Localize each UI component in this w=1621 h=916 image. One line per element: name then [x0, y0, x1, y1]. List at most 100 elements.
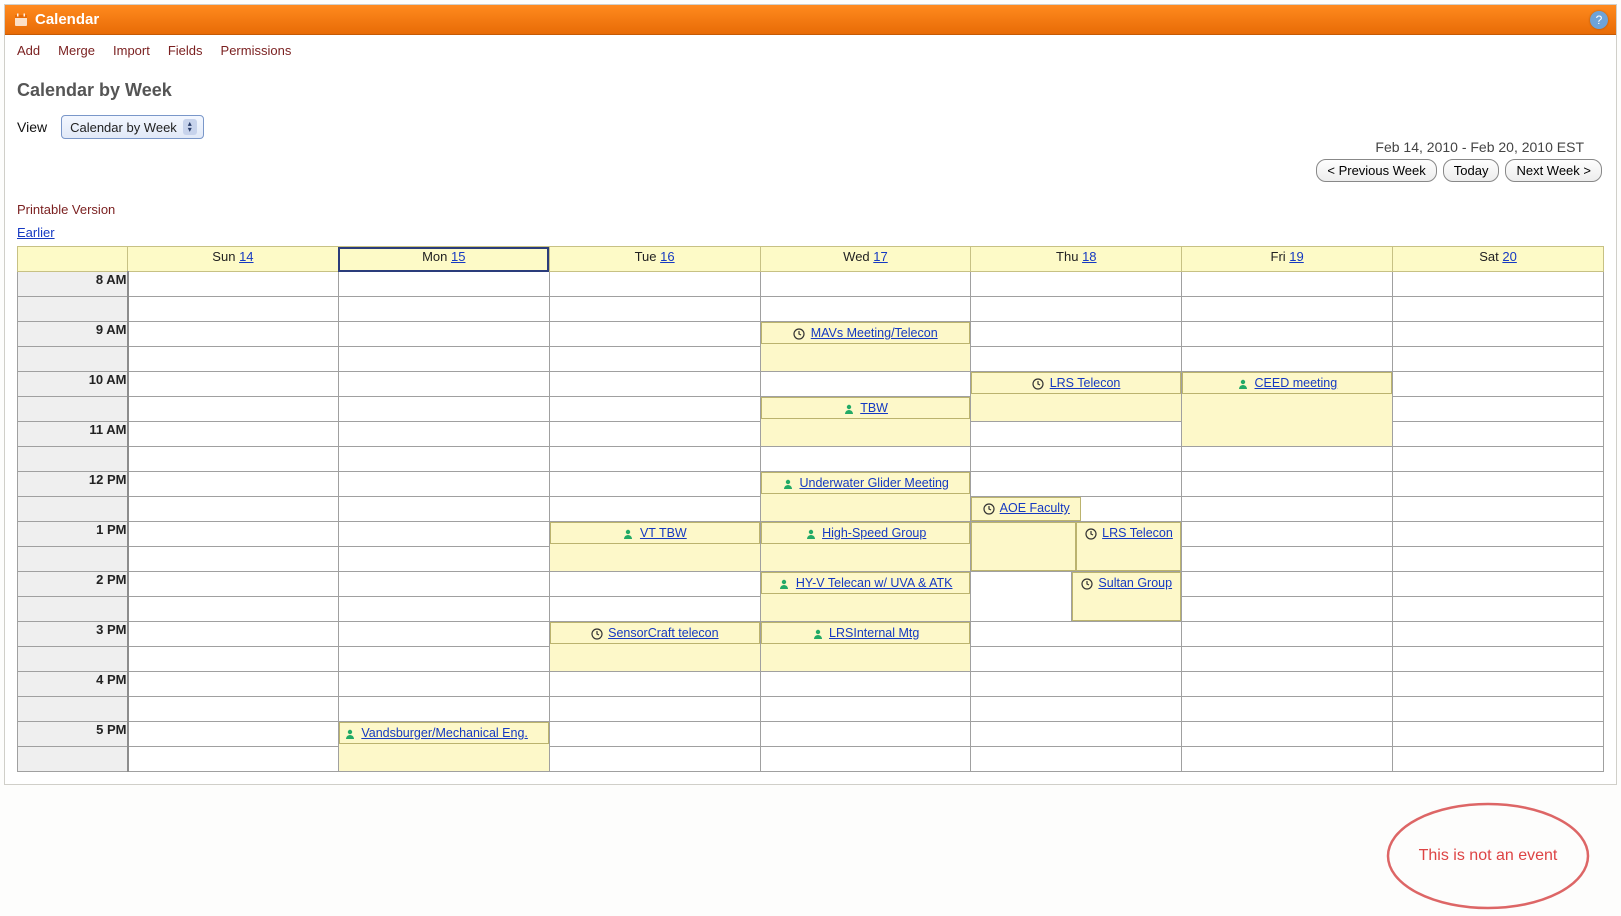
cell[interactable]: [549, 297, 760, 322]
cell[interactable]: [128, 597, 339, 622]
cell[interactable]: [338, 497, 549, 522]
day-header-thu[interactable]: Thu 18: [971, 247, 1182, 272]
cell[interactable]: [1182, 497, 1393, 522]
event-underwater[interactable]: Underwater Glider Meeting: [761, 472, 971, 494]
cell[interactable]: [971, 472, 1182, 497]
cell[interactable]: [760, 297, 971, 322]
view-select[interactable]: Calendar by Week ▴▾: [61, 115, 204, 139]
cell[interactable]: [760, 747, 971, 772]
cell[interactable]: [760, 372, 971, 397]
cell[interactable]: [971, 622, 1182, 647]
day-header-sat[interactable]: Sat 20: [1393, 247, 1604, 272]
cell[interactable]: [128, 547, 339, 572]
cell[interactable]: [128, 347, 339, 372]
cell[interactable]: [971, 297, 1182, 322]
event-sensorcraft[interactable]: SensorCraft telecon: [550, 622, 760, 644]
cell[interactable]: [338, 372, 549, 397]
cell[interactable]: [549, 747, 760, 772]
cell[interactable]: [128, 422, 339, 447]
cell[interactable]: [1182, 697, 1393, 722]
cell[interactable]: [1182, 322, 1393, 347]
event-sultan[interactable]: Sultan Group: [1072, 572, 1181, 621]
cell[interactable]: [128, 497, 339, 522]
event-ceed[interactable]: CEED meeting: [1182, 372, 1392, 394]
cell[interactable]: [971, 722, 1182, 747]
cell[interactable]: [1182, 272, 1393, 297]
cell[interactable]: [338, 272, 549, 297]
event-highspeed[interactable]: High-Speed Group: [761, 522, 971, 544]
cell[interactable]: [338, 647, 549, 672]
cell[interactable]: [338, 472, 549, 497]
cell[interactable]: [1182, 722, 1393, 747]
menu-merge[interactable]: Merge: [58, 43, 95, 58]
cell[interactable]: [1393, 672, 1604, 697]
cell[interactable]: AOE Faculty: [971, 497, 1182, 522]
cell[interactable]: [128, 472, 339, 497]
cell[interactable]: [760, 447, 971, 472]
cell[interactable]: [971, 697, 1182, 722]
cell[interactable]: [971, 272, 1182, 297]
cell[interactable]: [338, 672, 549, 697]
cell[interactable]: [549, 572, 760, 597]
cell[interactable]: [1182, 572, 1393, 597]
event-aoe-faculty[interactable]: AOE Faculty: [971, 497, 1081, 521]
cell[interactable]: [1182, 622, 1393, 647]
day-header-mon[interactable]: Mon 15: [338, 247, 549, 272]
cell[interactable]: [128, 622, 339, 647]
cell[interactable]: Sultan Group: [971, 572, 1182, 622]
cell[interactable]: [338, 547, 549, 572]
cell[interactable]: LRS Telecon: [971, 372, 1182, 422]
cell[interactable]: [1393, 547, 1604, 572]
cell[interactable]: [971, 322, 1182, 347]
event-mavs[interactable]: MAVs Meeting/Telecon: [761, 322, 971, 344]
event-hyv[interactable]: HY-V Telecan w/ UVA & ATK: [761, 572, 971, 594]
event-vt-tbw[interactable]: VT TBW: [550, 522, 760, 544]
cell[interactable]: Underwater Glider Meeting: [760, 472, 971, 522]
cell[interactable]: [549, 697, 760, 722]
earlier-link[interactable]: Earlier: [17, 225, 55, 240]
cell[interactable]: MAVs Meeting/Telecon: [760, 322, 971, 372]
cell[interactable]: [128, 697, 339, 722]
cell[interactable]: [1393, 347, 1604, 372]
cell[interactable]: [338, 322, 549, 347]
cell[interactable]: Vandsburger/Mechanical Eng.: [338, 722, 549, 772]
cell[interactable]: [1393, 322, 1604, 347]
cell[interactable]: [338, 347, 549, 372]
cell[interactable]: [549, 447, 760, 472]
cell[interactable]: [1393, 447, 1604, 472]
cell[interactable]: [338, 622, 549, 647]
cell[interactable]: [549, 372, 760, 397]
cell[interactable]: [338, 422, 549, 447]
cell[interactable]: [1393, 622, 1604, 647]
cell[interactable]: [1182, 547, 1393, 572]
cell[interactable]: [549, 672, 760, 697]
cell[interactable]: [549, 497, 760, 522]
cell[interactable]: [1393, 372, 1604, 397]
cell[interactable]: [971, 422, 1182, 447]
cell[interactable]: [760, 272, 971, 297]
cell[interactable]: [1393, 647, 1604, 672]
cell[interactable]: [1182, 522, 1393, 547]
next-week-button[interactable]: Next Week >: [1505, 159, 1602, 182]
cell[interactable]: [971, 647, 1182, 672]
cell[interactable]: [1182, 597, 1393, 622]
help-icon[interactable]: ?: [1590, 11, 1608, 29]
cell[interactable]: [338, 572, 549, 597]
cell[interactable]: [128, 447, 339, 472]
prev-week-button[interactable]: < Previous Week: [1316, 159, 1436, 182]
cell[interactable]: [1182, 347, 1393, 372]
cell[interactable]: [128, 522, 339, 547]
cell[interactable]: HY-V Telecan w/ UVA & ATK: [760, 572, 971, 622]
cell[interactable]: [128, 372, 339, 397]
menu-fields[interactable]: Fields: [168, 43, 203, 58]
cell[interactable]: [1393, 472, 1604, 497]
cell[interactable]: [1182, 297, 1393, 322]
cell[interactable]: [1182, 672, 1393, 697]
cell[interactable]: [1393, 597, 1604, 622]
cell[interactable]: [338, 697, 549, 722]
event-lrs-internal[interactable]: LRSInternal Mtg: [761, 622, 971, 644]
cell[interactable]: [760, 672, 971, 697]
cell[interactable]: [128, 747, 339, 772]
cell[interactable]: [338, 522, 549, 547]
cell[interactable]: [549, 597, 760, 622]
